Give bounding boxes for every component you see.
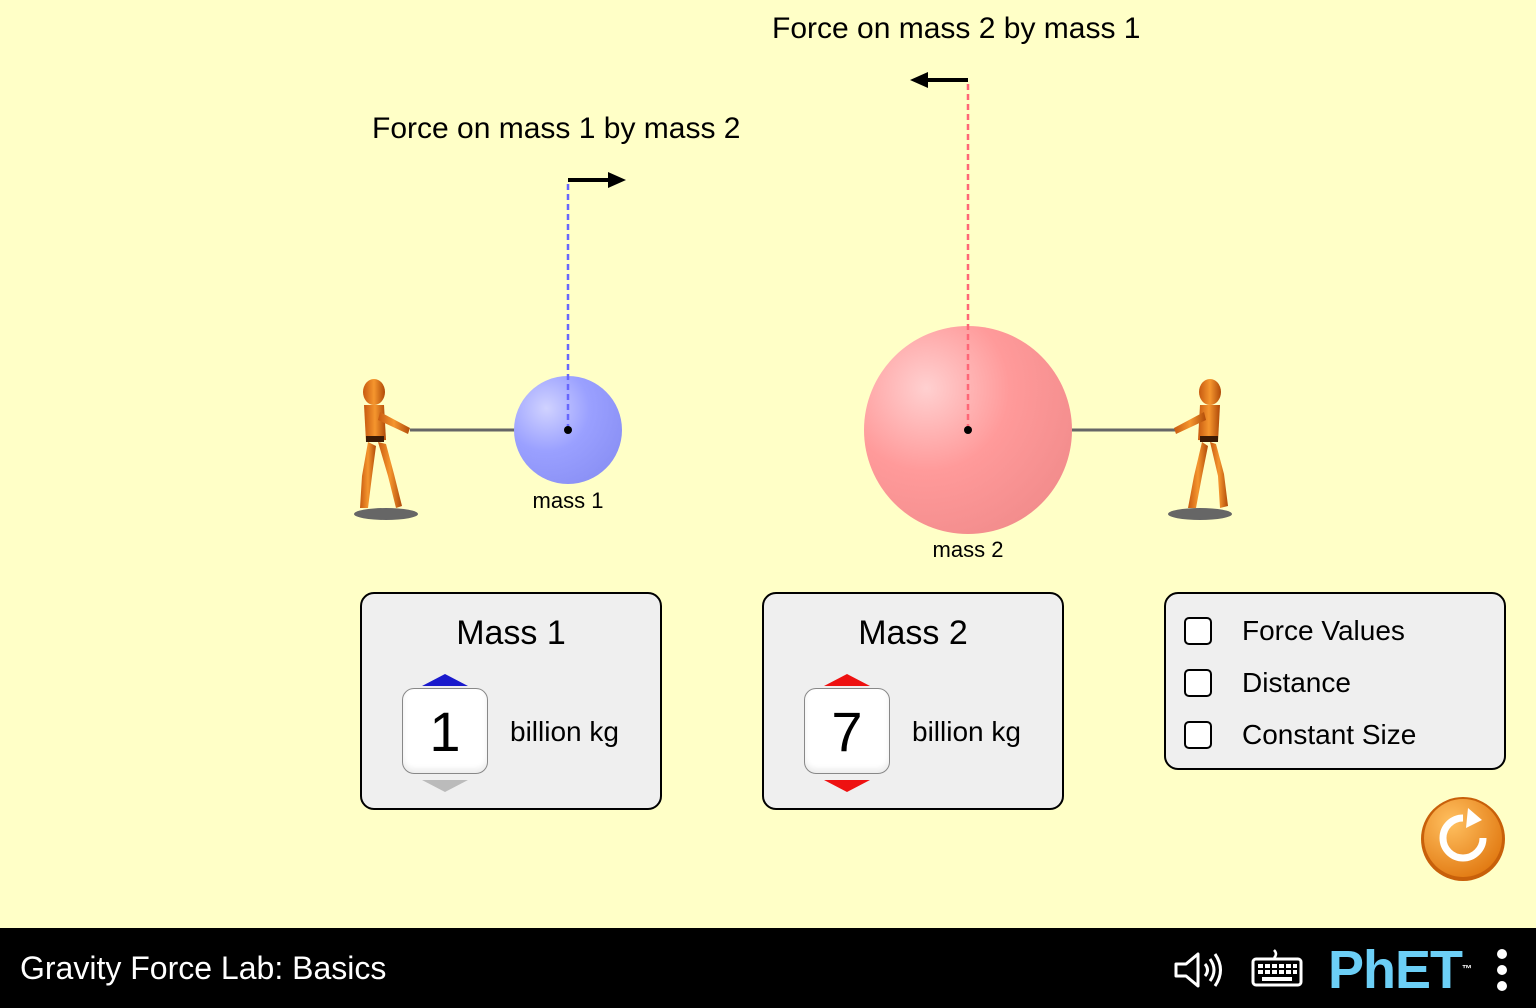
force-arrow-right-icon [568, 172, 626, 188]
distance-checkbox[interactable]: Distance [1184, 666, 1351, 700]
distance-label: Distance [1242, 667, 1351, 698]
puller-1-figure [354, 379, 418, 520]
force-values-checkbox[interactable]: Force Values [1184, 614, 1405, 648]
constant-size-checkbox[interactable]: Constant Size [1184, 718, 1416, 752]
mass-1-value-display[interactable]: 1 [402, 688, 488, 774]
force-values-label: Force Values [1242, 615, 1405, 646]
mass-2-panel-title: Mass 2 [858, 614, 968, 652]
mass-1-label: mass 1 [532, 488, 604, 513]
mass-1-center [564, 426, 572, 434]
reset-all-button[interactable] [1420, 796, 1506, 882]
constant-size-label: Constant Size [1242, 719, 1417, 750]
mass-2-value-display[interactable]: 7 [804, 688, 890, 774]
puller-2-figure [1168, 379, 1232, 520]
phet-logo[interactable]: PhET™ [1328, 940, 1472, 1000]
mass-2-center [964, 426, 972, 434]
mass-1-unit: billion kg [510, 716, 619, 747]
mass-2-label: mass 2 [932, 537, 1004, 562]
sound-icon[interactable] [1172, 950, 1228, 990]
mass-1-panel-title: Mass 1 [456, 614, 566, 652]
keyboard-icon[interactable] [1250, 948, 1304, 988]
app-title: Gravity Force Lab: Basics [20, 950, 387, 986]
constant-size-box[interactable] [1184, 721, 1212, 749]
mass-1-control-panel: Mass 1 1 billion kg [360, 592, 662, 810]
mass-2-decrement-button[interactable] [824, 780, 870, 792]
phet-menu-icon[interactable] [1494, 948, 1510, 992]
options-panel: Force Values Distance Constant Size [1164, 592, 1506, 770]
force-values-box[interactable] [1184, 617, 1212, 645]
sim-screen: Force on mass 1 by mass 2 Force on mass … [0, 0, 1536, 928]
mass-2-control-panel: Mass 2 7 billion kg [762, 592, 1064, 810]
mass-2-unit: billion kg [912, 716, 1021, 747]
phet-logo-text: PhET [1328, 940, 1463, 1000]
distance-box[interactable] [1184, 669, 1212, 697]
force-arrow-left-icon [910, 72, 968, 88]
navigation-bar: Gravity Force Lab: Basics PhET™ [0, 928, 1536, 1008]
mass-2-increment-button[interactable] [824, 674, 870, 686]
mass-1-increment-button[interactable] [422, 674, 468, 686]
mass-1-decrement-button[interactable] [422, 780, 468, 792]
